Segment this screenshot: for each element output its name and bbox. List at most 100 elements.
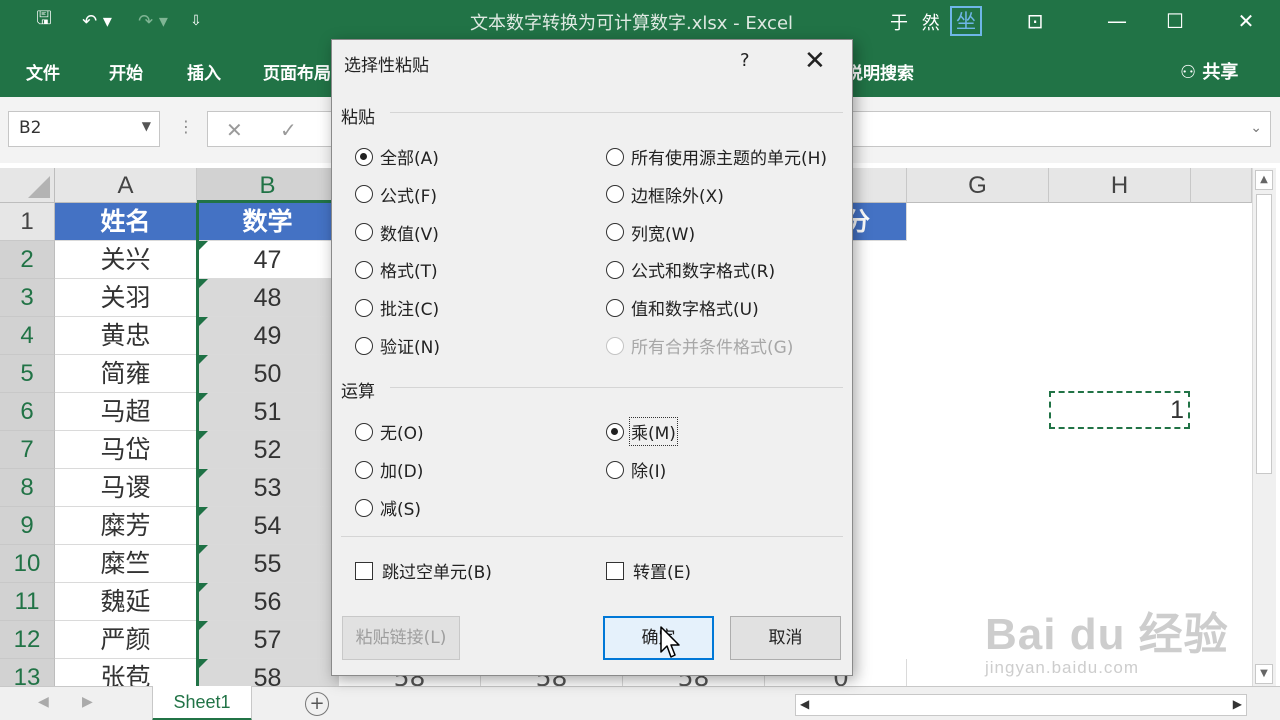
formula-bar-splitter[interactable]: ⋮ [178, 117, 194, 136]
radio-button[interactable] [355, 336, 373, 355]
row-header-3[interactable]: 3 [0, 279, 55, 317]
maximize-icon[interactable]: ☐ [1152, 4, 1198, 38]
radio-button[interactable] [355, 460, 373, 479]
radio-button[interactable] [606, 298, 624, 317]
radio-button[interactable] [606, 223, 624, 242]
text-number-warning-icon[interactable] [199, 469, 208, 478]
radio-button[interactable] [355, 260, 373, 279]
text-number-warning-icon[interactable] [199, 355, 208, 364]
ribbon-display-options-icon[interactable]: ⊡ [1012, 4, 1058, 38]
expand-formula-bar-icon[interactable]: ⌄ [1250, 120, 1262, 136]
operation_group-radio-l0[interactable]: 无(O) [355, 419, 424, 444]
radio-button[interactable] [355, 298, 373, 317]
horizontal-scrollbar[interactable]: ◀ ▶ [795, 694, 1247, 716]
row-header-8[interactable]: 8 [0, 469, 55, 507]
text-number-warning-icon[interactable] [199, 621, 208, 630]
cell-name[interactable]: 简雍 [55, 355, 197, 393]
cell-name[interactable]: 严颜 [55, 621, 197, 659]
vertical-scrollbar[interactable]: ▲ ▼ [1252, 168, 1276, 686]
row-header-2[interactable]: 2 [0, 241, 55, 279]
row-header-6[interactable]: 6 [0, 393, 55, 431]
paste_group-radio-r2[interactable]: 列宽(W) [606, 220, 695, 245]
text-number-warning-icon[interactable] [199, 393, 208, 402]
vertical-scroll-thumb[interactable] [1256, 194, 1272, 474]
cell-math-score[interactable]: 48 [197, 279, 339, 317]
paste_group-radio-r3[interactable]: 公式和数字格式(R) [606, 257, 775, 282]
paste_group-radio-r0[interactable]: 所有使用源主题的单元(H) [606, 144, 827, 169]
radio-button[interactable] [355, 147, 373, 166]
text-number-warning-icon[interactable] [199, 507, 208, 516]
row-header-13[interactable]: 13 [0, 659, 55, 686]
transpose-checkbox[interactable]: 转置(E) [606, 558, 691, 583]
skip-blanks-checkbox[interactable]: 跳过空单元(B) [355, 558, 492, 583]
cell-math-score[interactable]: 58 [197, 659, 339, 686]
paste_group-radio-l4[interactable]: 批注(C) [355, 295, 439, 320]
cell-name[interactable]: 糜竺 [55, 545, 197, 583]
cell-math-score[interactable]: 47 [197, 241, 339, 279]
add-sheet-button[interactable]: + [305, 692, 329, 716]
next-sheet-icon[interactable]: ▶ [82, 694, 93, 710]
column-header-b[interactable]: B [197, 168, 339, 203]
paste_group-radio-l0[interactable]: 全部(A) [355, 144, 439, 169]
cell-name[interactable]: 糜芳 [55, 507, 197, 545]
radio-button[interactable] [606, 460, 624, 479]
cell-math-score[interactable]: 57 [197, 621, 339, 659]
radio-button[interactable] [355, 185, 373, 204]
paste_group-radio-l3[interactable]: 格式(T) [355, 257, 438, 282]
row-header-11[interactable]: 11 [0, 583, 55, 621]
radio-button[interactable] [606, 422, 624, 441]
column-header-g[interactable]: G [907, 168, 1049, 203]
radio-button[interactable] [606, 185, 624, 204]
customize-qat-icon[interactable]: ⇩ [184, 7, 208, 35]
copied-cell-h6[interactable]: 1 [1049, 391, 1190, 429]
scroll-right-icon[interactable]: ▶ [1233, 697, 1242, 711]
save-icon[interactable]: 🖫 [28, 7, 60, 35]
column-header-i[interactable] [1191, 168, 1252, 203]
row-header-5[interactable]: 5 [0, 355, 55, 393]
scroll-left-icon[interactable]: ◀ [800, 697, 809, 711]
cell-math-score[interactable]: 55 [197, 545, 339, 583]
previous-sheet-icon[interactable]: ◀ [38, 694, 49, 710]
paste_group-radio-r4[interactable]: 值和数字格式(U) [606, 295, 759, 320]
row-header-10[interactable]: 10 [0, 545, 55, 583]
row-header-7[interactable]: 7 [0, 431, 55, 469]
cell-math-score[interactable]: 50 [197, 355, 339, 393]
text-number-warning-icon[interactable] [199, 545, 208, 554]
row-header-1[interactable]: 1 [0, 203, 55, 241]
scroll-down-icon[interactable]: ▼ [1255, 664, 1273, 684]
cell-name[interactable]: 张苞 [55, 659, 197, 686]
operation_group-radio-l1[interactable]: 加(D) [355, 457, 423, 482]
cell-math-score[interactable]: 49 [197, 317, 339, 355]
text-number-warning-icon[interactable] [199, 317, 208, 326]
tab-page-layout[interactable]: 页面布局 [263, 59, 331, 84]
cell-name[interactable]: 马超 [55, 393, 197, 431]
cell-math-score[interactable]: 51 [197, 393, 339, 431]
cell-math-score[interactable]: 56 [197, 583, 339, 621]
radio-button[interactable] [606, 260, 624, 279]
radio-button[interactable] [355, 498, 373, 517]
cell-math-score[interactable]: 52 [197, 431, 339, 469]
skip-blanks-box[interactable] [355, 561, 373, 580]
close-window-icon[interactable]: ✕ [1223, 4, 1269, 38]
operation_group-radio-l2[interactable]: 减(S) [355, 495, 421, 520]
name-box[interactable]: B2 ▼ [8, 111, 160, 147]
cell-math-score[interactable]: 54 [197, 507, 339, 545]
column-header-a[interactable]: A [55, 168, 197, 203]
cell-name[interactable]: 马岱 [55, 431, 197, 469]
cell-name[interactable]: 马谡 [55, 469, 197, 507]
minimize-icon[interactable]: — [1094, 4, 1140, 38]
user-name[interactable]: 于 然 [890, 9, 944, 35]
header-cell-name[interactable]: 姓名 [55, 203, 197, 241]
row-header-12[interactable]: 12 [0, 621, 55, 659]
cell-name[interactable]: 关羽 [55, 279, 197, 317]
help-icon[interactable]: ? [740, 50, 750, 71]
paste_group-radio-l1[interactable]: 公式(F) [355, 182, 437, 207]
operation_group-radio-r1[interactable]: 除(I) [606, 457, 666, 482]
row-header-4[interactable]: 4 [0, 317, 55, 355]
cell-math-score[interactable]: 53 [197, 469, 339, 507]
cell-name[interactable]: 关兴 [55, 241, 197, 279]
tell-me-search[interactable]: 说明搜索 [846, 59, 914, 84]
cell-name[interactable]: 黄忠 [55, 317, 197, 355]
undo-icon[interactable]: ↶ ▾ [72, 7, 122, 35]
radio-button[interactable] [355, 422, 373, 441]
